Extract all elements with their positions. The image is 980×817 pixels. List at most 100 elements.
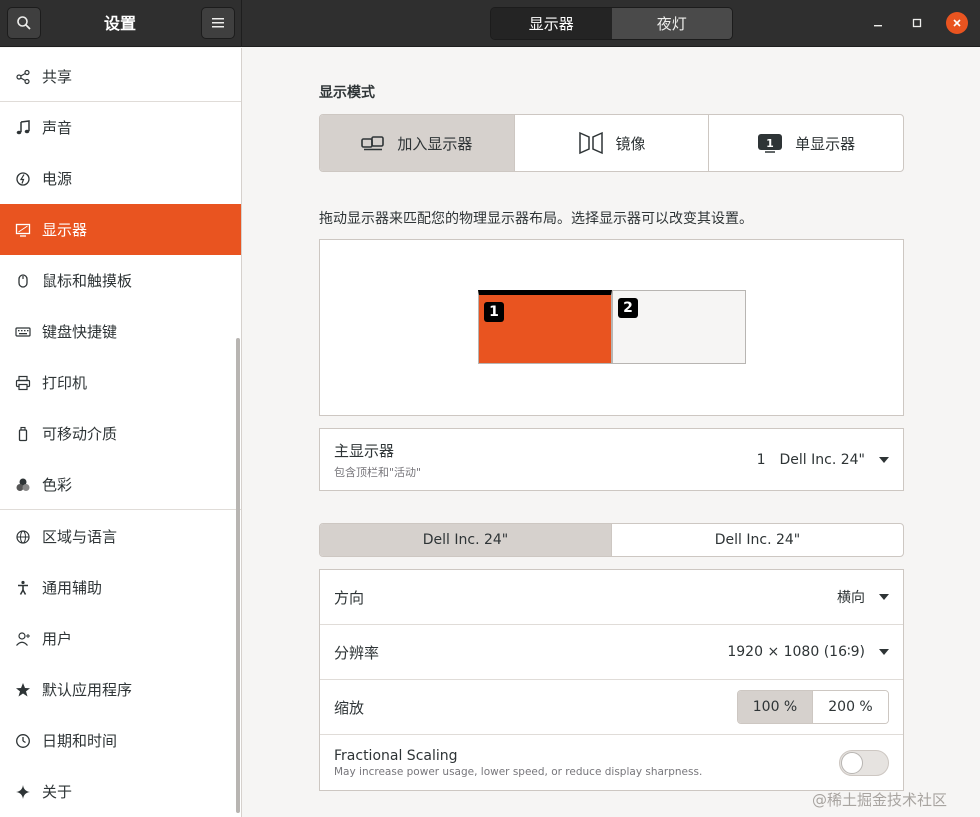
chevron-down-icon	[879, 456, 889, 463]
close-button[interactable]	[946, 12, 968, 34]
color-icon	[14, 476, 32, 494]
sidebar-item-accessibility[interactable]: 通用辅助	[0, 562, 241, 613]
monitor-1[interactable]: 1	[478, 290, 612, 364]
hamburger-menu-icon	[212, 18, 224, 28]
fractional-scaling-toggle[interactable]	[839, 749, 889, 776]
sidebar-item-label: 声音	[42, 119, 73, 137]
fractional-scaling-labels: Fractional Scaling May increase power us…	[334, 748, 702, 778]
tab-monitor-1[interactable]: Dell Inc. 24"	[320, 524, 612, 556]
sidebar-item-power[interactable]: 电源	[0, 153, 241, 204]
resolution-value: 1920 × 1080 (16∶9)	[727, 644, 865, 660]
user-icon	[14, 630, 32, 648]
join-displays-button[interactable]: 加入显示器	[320, 115, 515, 171]
tab-monitor-2[interactable]: Dell Inc. 24"	[612, 524, 903, 556]
sidebar-item-label: 通用辅助	[42, 579, 103, 597]
chevron-down-icon	[879, 594, 889, 600]
display-mode-group: 加入显示器 镜像 1 单显示器	[319, 114, 904, 172]
app-title: 设置	[103, 14, 136, 33]
view-switcher: 显示器 夜灯	[490, 7, 733, 40]
header-left: 设置	[0, 0, 242, 47]
primary-display-number: 1	[756, 451, 766, 468]
primary-display-selector[interactable]: 1 Dell Inc. 24"	[757, 452, 889, 468]
sidebar-item-mouse[interactable]: 鼠标和触摸板	[0, 255, 241, 306]
globe-icon	[14, 528, 32, 546]
resolution-row[interactable]: 分辨率 1920 × 1080 (16∶9)	[320, 625, 903, 680]
single-display-button[interactable]: 1 单显示器	[709, 115, 903, 171]
join-displays-icon	[361, 135, 385, 151]
star-icon	[14, 681, 32, 699]
maximize-button[interactable]	[906, 12, 928, 34]
mirror-button[interactable]: 镜像	[515, 115, 710, 171]
single-display-label: 单显示器	[795, 134, 856, 153]
accessibility-icon	[14, 579, 32, 597]
power-icon	[14, 170, 32, 188]
sidebar-item-users[interactable]: 用户	[0, 613, 241, 664]
header-bar: 设置 显示器 夜灯	[0, 0, 980, 47]
sidebar-item-keyboard[interactable]: 键盘快捷键	[0, 306, 241, 357]
tab-night-light[interactable]: 夜灯	[611, 8, 732, 39]
share-icon	[14, 68, 32, 86]
display-mode-label: 显示模式	[319, 85, 375, 101]
fractional-scaling-sublabel: May increase power usage, lower speed, o…	[334, 765, 703, 778]
fractional-scaling-control	[839, 749, 889, 776]
arrange-description: 拖动显示器来匹配您的物理显示器布局。选择显示器可以改变其设置。	[319, 211, 753, 227]
orientation-row[interactable]: 方向 横向	[320, 570, 903, 625]
svg-text:1: 1	[766, 137, 774, 150]
sidebar-item-label: 打印机	[42, 374, 88, 392]
sidebar-item-color[interactable]: 色彩	[0, 459, 241, 510]
tab-display[interactable]: 显示器	[491, 8, 612, 39]
sidebar-item-label: 可移动介质	[42, 425, 118, 443]
sidebar-item-region-language[interactable]: 区域与语言	[0, 511, 241, 562]
minimize-button[interactable]	[867, 12, 889, 34]
minimize-icon	[874, 25, 882, 27]
primary-display-card: 主显示器 包含顶栏和"活动" 1 Dell Inc. 24"	[319, 428, 904, 491]
fractional-scaling-label: Fractional Scaling	[334, 747, 458, 764]
sidebar-item-label: 默认应用程序	[42, 681, 133, 699]
orientation-value: 横向	[837, 590, 865, 606]
sidebar-item-label: 色彩	[42, 476, 73, 494]
sidebar-item-label: 鼠标和触摸板	[42, 272, 133, 290]
sidebar: 共享 声音 电源 显示器 鼠标和触摸板 键盘快捷键 打印机 可移动介质 色彩 区…	[0, 48, 242, 817]
sidebar-item-default-apps[interactable]: 默认应用程序	[0, 664, 241, 715]
display-icon	[14, 221, 32, 239]
chevron-down-icon	[879, 649, 889, 655]
sidebar-item-label: 键盘快捷键	[42, 323, 118, 341]
sidebar-item-sound[interactable]: 声音	[0, 102, 241, 153]
menu-button[interactable]	[201, 7, 235, 39]
sidebar-item-label: 关于	[42, 783, 73, 801]
resolution-label: 分辨率	[334, 643, 380, 662]
single-display-icon: 1	[757, 133, 783, 153]
primary-display-sublabel: 包含顶栏和"活动"	[334, 465, 422, 479]
sidebar-item-date-time[interactable]: 日期和时间	[0, 715, 241, 766]
sparkle-icon	[14, 783, 32, 801]
sidebar-item-printers[interactable]: 打印机	[0, 357, 241, 408]
scale-button-group: 100 % 200 %	[737, 690, 889, 724]
monitor-2[interactable]: 2	[612, 290, 746, 364]
scale-label: 缩放	[334, 698, 365, 717]
monitor-number: 2	[618, 298, 638, 318]
sidebar-item-label: 区域与语言	[42, 528, 118, 546]
sidebar-item-displays[interactable]: 显示器	[0, 204, 241, 255]
watermark: @稀土掘金技术社区	[812, 791, 948, 809]
scale-options: 100 % 200 %	[737, 690, 889, 724]
display-arrangement-area: 1 2	[319, 239, 904, 416]
primary-display-value: Dell Inc. 24"	[779, 451, 865, 468]
sidebar-item-about[interactable]: 关于	[0, 766, 241, 817]
main-panel: 显示模式 加入显示器 镜像 1 单显示器 拖动显示器来匹配您的物理显示器布局。选…	[243, 48, 980, 817]
search-button[interactable]	[7, 7, 41, 39]
sidebar-separator	[0, 509, 241, 510]
mouse-icon	[14, 272, 32, 290]
scale-200-button[interactable]: 200 %	[813, 691, 888, 723]
scale-row: 缩放 100 % 200 %	[320, 680, 903, 735]
mirror-label: 镜像	[615, 134, 646, 153]
resolution-selector[interactable]: 1920 × 1080 (16∶9)	[727, 644, 889, 660]
maximize-icon	[912, 18, 922, 28]
orientation-selector[interactable]: 横向	[837, 587, 889, 607]
primary-display-row[interactable]: 主显示器 包含顶栏和"活动" 1 Dell Inc. 24"	[320, 429, 903, 490]
sidebar-scrollbar[interactable]	[236, 338, 240, 813]
sidebar-item-label: 显示器	[42, 221, 88, 239]
sidebar-item-label: 电源	[42, 170, 73, 188]
scale-100-button[interactable]: 100 %	[738, 691, 813, 723]
sidebar-item-sharing[interactable]: 共享	[0, 51, 241, 102]
sidebar-item-removable-media[interactable]: 可移动介质	[0, 408, 241, 459]
